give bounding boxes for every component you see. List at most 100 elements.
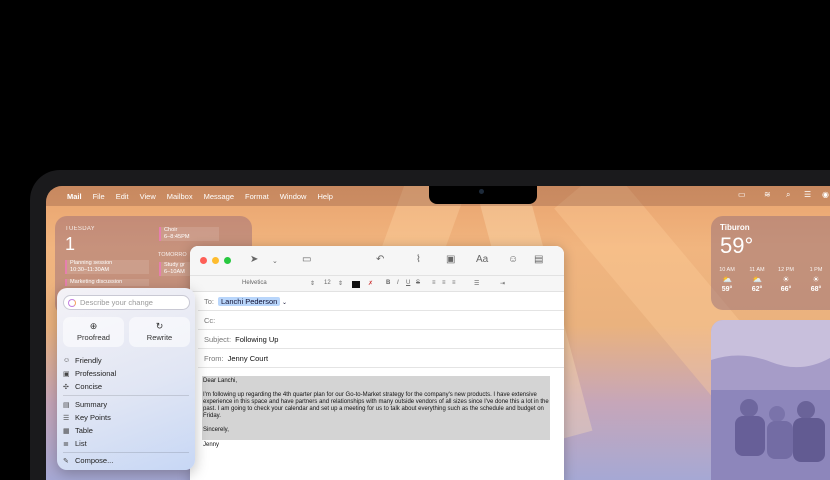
writing-tools-panel[interactable]: Describe your change ⊕ Proofread ↻ Rewri… bbox=[57, 288, 195, 470]
event-time: 6–8:45PM bbox=[164, 234, 190, 240]
compose-button[interactable]: ✎ Compose... bbox=[63, 456, 113, 465]
cc-field[interactable]: Cc: bbox=[198, 311, 564, 330]
battery-icon[interactable]: ▭ bbox=[738, 190, 746, 199]
tone-friendly[interactable]: ☺ Friendly bbox=[63, 356, 102, 365]
header-fields-icon[interactable]: ▭ bbox=[302, 254, 311, 265]
rewrite-icon: ↻ bbox=[155, 321, 164, 331]
table-icon: ▦ bbox=[63, 427, 70, 435]
calendar-event[interactable]: Marketing discussion bbox=[65, 279, 149, 286]
tone-label: Friendly bbox=[75, 356, 102, 365]
reply-icon[interactable]: ↶ bbox=[376, 254, 384, 265]
menu-help[interactable]: Help bbox=[317, 192, 332, 201]
align-right-icon[interactable]: ≡ bbox=[452, 280, 456, 286]
family-photo bbox=[711, 320, 830, 480]
weather-hour: 1 PM ☀ 68° bbox=[804, 267, 828, 293]
attach-icon[interactable]: ⌇ bbox=[416, 254, 421, 265]
photos-widget[interactable] bbox=[711, 320, 830, 480]
body-signature: Jenny bbox=[203, 442, 220, 448]
calendar-date: 1 bbox=[65, 234, 76, 254]
divider bbox=[63, 395, 189, 396]
tone-professional[interactable]: ▣ Professional bbox=[63, 369, 116, 378]
menu-file[interactable]: File bbox=[93, 192, 105, 201]
mail-compose-window[interactable]: ➤ ⌄ ▭ ↶ ⌇ ▣ Aa ☺ ▤ Helvetica ⇕ 12 ⇕ ✗ B … bbox=[190, 246, 564, 480]
calendar-event[interactable]: Choir 6–8:45PM bbox=[159, 227, 219, 241]
event-time: 6–10AM bbox=[164, 269, 185, 275]
event-title: Marketing discussion bbox=[70, 279, 123, 285]
font-select[interactable]: Helvetica bbox=[242, 280, 267, 286]
list-icon: ≣ bbox=[63, 440, 69, 448]
emoji-icon[interactable]: ☺ bbox=[508, 254, 518, 265]
insert-photo-icon[interactable]: ▤ bbox=[534, 254, 543, 265]
format-list[interactable]: ≣ List bbox=[63, 439, 87, 448]
smile-icon: ☺ bbox=[63, 357, 71, 364]
weather-hour: 10 AM ⛅ 59° bbox=[715, 267, 739, 293]
menu-mailbox[interactable]: Mailbox bbox=[167, 192, 193, 201]
menu-view[interactable]: View bbox=[140, 192, 156, 201]
align-left-icon[interactable]: ≡ bbox=[432, 280, 436, 286]
subject-value: Following Up bbox=[235, 335, 279, 344]
weather-temp: 59° bbox=[720, 233, 754, 258]
rewrite-button[interactable]: ↻ Rewrite bbox=[129, 317, 190, 347]
menu-edit[interactable]: Edit bbox=[116, 192, 129, 201]
italic-icon[interactable]: I bbox=[397, 280, 399, 286]
concise-icon: ✣ bbox=[63, 383, 69, 391]
underline-icon[interactable]: U bbox=[406, 280, 410, 286]
format-label: Summary bbox=[75, 400, 108, 409]
describe-change-input[interactable]: Describe your change bbox=[63, 295, 190, 310]
weather-widget[interactable]: Tiburon 59° 10 AM ⛅ 59° 11 AM ⛅ 62° 12 P… bbox=[711, 216, 830, 310]
bold-icon[interactable]: B bbox=[386, 280, 390, 286]
camera-notch bbox=[429, 186, 537, 204]
minimize-window-button[interactable] bbox=[212, 257, 219, 264]
zoom-window-button[interactable] bbox=[224, 257, 231, 264]
subject-field[interactable]: Subject: Following Up bbox=[198, 330, 564, 349]
siri-icon[interactable]: ◉ bbox=[822, 190, 829, 199]
menu-message[interactable]: Message bbox=[204, 192, 234, 201]
proofread-button[interactable]: ⊕ Proofread bbox=[63, 317, 124, 347]
event-title: Study gr bbox=[164, 262, 185, 268]
hour-temp: 62° bbox=[751, 286, 763, 293]
send-icon[interactable]: ➤ bbox=[250, 254, 258, 265]
indent-icon[interactable]: ⇥ bbox=[500, 280, 505, 287]
format-key-points[interactable]: ☰ Key Points bbox=[63, 413, 111, 422]
calendar-event[interactable]: Study gr 6–10AM bbox=[159, 262, 191, 276]
calendar-tomorrow-label: TOMORRO bbox=[158, 252, 187, 258]
bullets-icon: ☰ bbox=[63, 414, 70, 422]
from-value: Jenny Court bbox=[227, 354, 269, 363]
highlight-color-icon[interactable]: ✗ bbox=[368, 280, 373, 287]
font-size-select[interactable]: 12 bbox=[324, 280, 331, 286]
calendar-event[interactable]: Planning session 10:30–11:30AM bbox=[65, 260, 149, 274]
menu-window[interactable]: Window bbox=[280, 192, 307, 201]
chevron-updown-icon: ⇕ bbox=[338, 281, 344, 287]
writing-tools-icon bbox=[68, 299, 76, 307]
format-summary[interactable]: ▤ Summary bbox=[63, 400, 107, 409]
hour-temp: 68° bbox=[810, 286, 822, 293]
align-center-icon[interactable]: ≡ bbox=[442, 280, 446, 286]
divider bbox=[63, 452, 189, 453]
text-color-swatch[interactable] bbox=[352, 281, 360, 288]
message-body-selected[interactable]: Dear Lanchi, I'm following up regarding … bbox=[202, 376, 550, 440]
from-label: From: bbox=[204, 354, 224, 363]
hour-time: 12 PM bbox=[778, 267, 794, 273]
menu-format[interactable]: Format bbox=[245, 192, 269, 201]
format-table[interactable]: ▦ Table bbox=[63, 426, 93, 435]
control-center-icon[interactable]: ☰ bbox=[804, 190, 811, 199]
strikethrough-icon[interactable]: S bbox=[416, 280, 420, 286]
recipient-chip[interactable]: Lanchi Pederson bbox=[218, 297, 281, 306]
list-icon[interactable]: ☰ bbox=[474, 280, 479, 287]
close-window-button[interactable] bbox=[200, 257, 207, 264]
tone-label: Concise bbox=[75, 382, 103, 391]
photo-browser-icon[interactable]: ▣ bbox=[446, 254, 455, 265]
chevron-down-icon[interactable]: ⌄ bbox=[280, 300, 287, 306]
tone-concise[interactable]: ✣ Concise bbox=[63, 382, 102, 391]
event-title: Planning session bbox=[70, 260, 113, 266]
from-field[interactable]: From: Jenny Court bbox=[198, 349, 564, 368]
menu-mail[interactable]: Mail bbox=[67, 192, 82, 201]
spotlight-icon[interactable]: ⌕ bbox=[786, 190, 790, 200]
mail-toolbar: ➤ ⌄ ▭ ↶ ⌇ ▣ Aa ☺ ▤ bbox=[190, 246, 564, 276]
chevron-down-icon[interactable]: ⌄ bbox=[272, 257, 278, 265]
to-field[interactable]: To: Lanchi Pederson ⌄ bbox=[198, 292, 564, 311]
wifi-icon[interactable]: ≋ bbox=[764, 190, 771, 199]
format-text-icon[interactable]: Aa bbox=[476, 254, 488, 265]
weather-hour: 12 PM ☀ 66° bbox=[774, 267, 798, 293]
hour-temp: 59° bbox=[721, 286, 733, 293]
